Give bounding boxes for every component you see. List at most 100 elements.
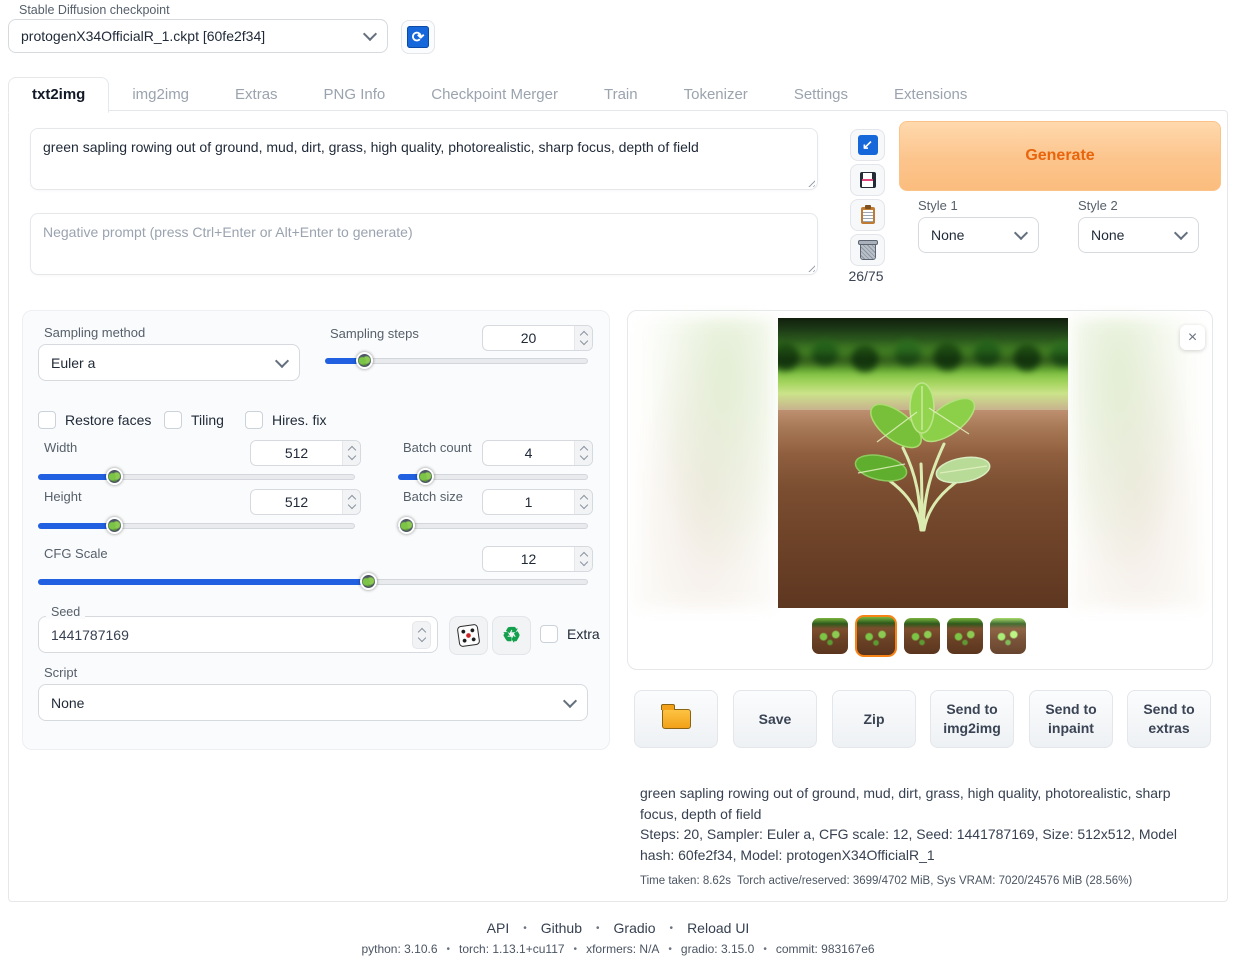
- stepper-icon[interactable]: [412, 621, 431, 649]
- tab-tokenizer[interactable]: Tokenizer: [661, 79, 771, 110]
- reload-ui-link[interactable]: Reload UI: [687, 920, 749, 936]
- refresh-checkpoints-button[interactable]: ⟳: [401, 20, 435, 54]
- tab-settings[interactable]: Settings: [771, 79, 871, 110]
- batch-count-slider[interactable]: [398, 468, 588, 486]
- tiling-checkbox[interactable]: Tiling: [164, 411, 224, 429]
- extra-label: Extra: [567, 626, 600, 642]
- style2-dropdown[interactable]: None: [1078, 217, 1199, 253]
- generated-image[interactable]: [778, 318, 1068, 608]
- save-style-button[interactable]: [850, 164, 885, 196]
- script-dropdown[interactable]: None: [38, 684, 588, 721]
- batch-size-slider[interactable]: [398, 517, 588, 535]
- python-version: python: 3.10.6: [361, 942, 437, 956]
- sampling-steps-slider[interactable]: [325, 352, 588, 370]
- sampling-method-value: Euler a: [51, 355, 95, 371]
- slider-thumb[interactable]: [417, 468, 434, 485]
- restore-faces-checkbox[interactable]: Restore faces: [38, 411, 151, 429]
- floppy-disk-icon: [860, 172, 876, 188]
- gallery-thumbnail[interactable]: [947, 618, 983, 654]
- reuse-seed-button[interactable]: ♻: [492, 616, 531, 655]
- send-to-img2img-button[interactable]: Send to img2img: [930, 690, 1014, 748]
- style1-dropdown[interactable]: None: [918, 217, 1039, 253]
- stepper-icon[interactable]: [574, 326, 592, 350]
- separator-dot: •: [668, 944, 672, 955]
- width-label: Width: [44, 440, 77, 455]
- batch-size-input[interactable]: 1: [482, 489, 593, 515]
- style2-value: None: [1091, 227, 1124, 243]
- stepper-icon[interactable]: [574, 441, 592, 465]
- tab-train[interactable]: Train: [581, 79, 661, 110]
- stepper-icon[interactable]: [574, 490, 592, 514]
- sampling-steps-input[interactable]: 20: [482, 325, 593, 351]
- script-value: None: [51, 695, 84, 711]
- save-button[interactable]: Save: [733, 690, 817, 748]
- cfg-scale-slider[interactable]: [38, 573, 588, 591]
- slider-thumb[interactable]: [356, 352, 373, 369]
- gallery-thumbnail[interactable]: [990, 618, 1026, 654]
- gallery-thumbnail[interactable]: [904, 618, 940, 654]
- tab-extensions[interactable]: Extensions: [871, 79, 990, 110]
- separator-dot: •: [763, 944, 767, 955]
- height-slider[interactable]: [38, 517, 355, 535]
- width-slider[interactable]: [38, 468, 355, 486]
- gallery-thumbnail-selected[interactable]: [855, 615, 897, 657]
- prompt-input[interactable]: green sapling rowing out of ground, mud,…: [30, 128, 818, 190]
- extra-seed-checkbox[interactable]: Extra: [540, 625, 600, 643]
- close-gallery-button[interactable]: ×: [1180, 325, 1205, 350]
- style1-label: Style 1: [918, 198, 958, 213]
- slider-thumb[interactable]: [398, 517, 415, 534]
- open-folder-button[interactable]: [634, 690, 718, 748]
- checkpoint-dropdown[interactable]: protogenX34OfficialR_1.ckpt [60fe2f34]: [8, 19, 388, 53]
- batch-count-input[interactable]: 4: [482, 440, 593, 466]
- tab-img2img[interactable]: img2img: [109, 79, 212, 110]
- batch-size-label: Batch size: [403, 489, 463, 504]
- checkbox-icon: [540, 625, 558, 643]
- height-input[interactable]: 512: [250, 489, 361, 515]
- random-seed-button[interactable]: [449, 616, 488, 655]
- seed-label: Seed: [46, 605, 85, 619]
- github-link[interactable]: Github: [541, 920, 582, 936]
- generate-button[interactable]: Generate: [899, 121, 1221, 191]
- slider-thumb[interactable]: [106, 517, 123, 534]
- tab-png-info[interactable]: PNG Info: [301, 79, 409, 110]
- slider-thumb[interactable]: [360, 573, 377, 590]
- send-to-inpaint-button[interactable]: Send to inpaint: [1029, 690, 1113, 748]
- send-to-extras-button[interactable]: Send to extras: [1127, 690, 1211, 748]
- stepper-icon[interactable]: [342, 441, 360, 465]
- chevron-down-icon: [275, 353, 289, 367]
- refresh-icon: ⟳: [407, 26, 429, 48]
- footer-versions: python: 3.10.6 • torch: 1.13.1+cu117 • x…: [0, 942, 1236, 956]
- cfg-scale-input[interactable]: 12: [482, 546, 593, 572]
- gallery-thumbnails: [627, 613, 1211, 659]
- zip-button[interactable]: Zip: [832, 690, 916, 748]
- separator-dot: •: [596, 923, 600, 934]
- negative-prompt-input[interactable]: [30, 213, 818, 275]
- recycle-icon: ♻: [502, 625, 521, 646]
- width-input[interactable]: 512: [250, 440, 361, 466]
- sampling-method-dropdown[interactable]: Euler a: [38, 344, 300, 381]
- api-link[interactable]: API: [487, 920, 510, 936]
- stepper-icon[interactable]: [574, 547, 592, 571]
- paste-generation-params-button[interactable]: ↙: [850, 129, 885, 161]
- checkbox-icon: [164, 411, 182, 429]
- tab-txt2img[interactable]: txt2img: [8, 77, 109, 113]
- generation-info: green sapling rowing out of ground, mud,…: [640, 783, 1202, 890]
- gallery-thumbnail[interactable]: [812, 618, 848, 654]
- stepper-icon[interactable]: [342, 490, 360, 514]
- sapling-illustration: [843, 370, 1003, 540]
- gallery-prev-image[interactable]: [636, 318, 774, 608]
- gradio-link[interactable]: Gradio: [614, 920, 656, 936]
- gallery-next-image[interactable]: [1072, 318, 1203, 608]
- close-icon: ×: [1188, 329, 1197, 347]
- seed-input[interactable]: 1441787169: [38, 616, 438, 653]
- gradio-version: gradio: 3.15.0: [681, 942, 754, 956]
- hires-fix-checkbox[interactable]: Hires. fix: [245, 411, 326, 429]
- tab-checkpoint-merger[interactable]: Checkpoint Merger: [408, 79, 581, 110]
- apply-style-button[interactable]: [850, 199, 885, 231]
- separator-dot: •: [523, 923, 527, 934]
- tab-extras[interactable]: Extras: [212, 79, 301, 110]
- slider-thumb[interactable]: [106, 468, 123, 485]
- chevron-down-icon: [363, 27, 377, 41]
- clear-prompt-button[interactable]: [850, 234, 885, 266]
- sampling-steps-value: 20: [483, 326, 574, 350]
